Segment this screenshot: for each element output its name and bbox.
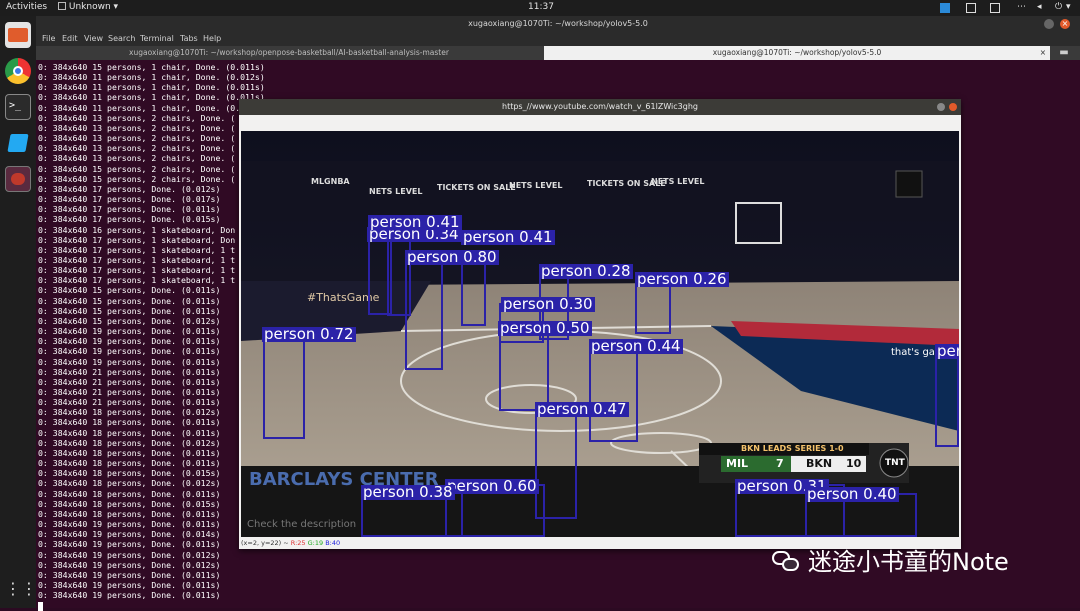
court-text: MLGNBA <box>311 177 350 186</box>
terminal-line: 0: 384x640 19 persons, Done. (0.011s) <box>38 590 221 601</box>
menu-help[interactable]: Help <box>203 34 221 43</box>
terminal-line: 0: 384x640 19 persons, Done. (0.011s) <box>38 569 221 580</box>
terminal-cursor <box>38 602 43 611</box>
volume-icon[interactable]: ◂ <box>1037 2 1042 12</box>
watermark-text: 迷途小书童的Note <box>808 548 1009 576</box>
menu-tabs[interactable]: Tabs <box>180 34 198 43</box>
activities-button[interactable]: Activities <box>6 2 47 12</box>
dock: >_ ⋮⋮ <box>0 16 37 608</box>
power-icon[interactable]: ⏻ <box>1055 2 1062 12</box>
terminal-line: 0: 384x640 11 persons, 1 chair, Done. (0… <box>38 82 265 93</box>
tab-openpose[interactable]: xugaoxiang@1070Ti: ~/workshop/openpose-b… <box>36 46 542 60</box>
top-bar: Activities Unknown ▾ 11:37 ⋯ ◂ ⏻ ▾ <box>0 0 1080 16</box>
team-away: MIL <box>726 457 749 470</box>
media-player-icon[interactable] <box>5 166 31 192</box>
scoreboard-header: BKN LEADS SERIES 1-0 <box>741 444 844 453</box>
detection-box <box>405 258 443 370</box>
terminal-icon[interactable]: >_ <box>5 94 31 120</box>
detection-label: person 0.44 <box>589 337 683 355</box>
detection-label: person 0.38 <box>361 483 455 501</box>
terminal-line: 0: 384x640 15 persons, 1 chair, Done. (0… <box>38 62 265 72</box>
menu-view[interactable]: View <box>84 34 103 43</box>
detection-label: person 0.72 <box>262 325 356 343</box>
minimize-icon[interactable] <box>937 103 945 111</box>
court-text: NETS LEVEL <box>509 181 563 190</box>
terminal-menubar: File Edit View Search Terminal Tabs Help <box>36 32 1080 46</box>
terminal-line: 0: 384x640 19 persons, Done. (0.012s) <box>38 559 221 570</box>
keyboard-icon[interactable] <box>990 3 1000 13</box>
detection-label: person 0.60 <box>445 477 539 495</box>
detection-label: person 0.41 <box>461 228 555 246</box>
detection-box <box>461 259 486 326</box>
detection-label: per <box>935 344 959 359</box>
red-value: R:25 <box>290 539 306 547</box>
network-icon[interactable]: ⋯ <box>1017 2 1026 12</box>
vscode-icon[interactable] <box>5 130 31 156</box>
tab-label: xugaoxiang@1070Ti: ~/workshop/yolov5-5.0 <box>712 48 882 57</box>
wechat-icon <box>772 551 800 573</box>
menu-file[interactable]: File <box>42 34 55 43</box>
close-icon[interactable] <box>949 103 957 111</box>
video-window[interactable]: https_//www.youtube.com/watch_v_61lZWic3… <box>239 99 961 549</box>
detection-label: person 0.40 <box>805 485 899 503</box>
detection-box <box>935 351 959 447</box>
detection-label: person 0.47 <box>535 400 629 418</box>
new-tab-icon[interactable]: ▬ <box>1054 46 1074 60</box>
text-indicator-icon[interactable] <box>966 3 976 13</box>
menu-terminal[interactable]: Terminal <box>140 34 174 43</box>
detection-label: person 0.28 <box>539 262 633 280</box>
window-icon <box>58 2 66 10</box>
watermark: 迷途小书童的Note <box>772 542 1009 577</box>
files-icon[interactable] <box>5 22 31 48</box>
tab-yolov5[interactable]: xugaoxiang@1070Ti: ~/workshop/yolov5-5.0… <box>544 46 1050 60</box>
detection-box <box>263 333 305 439</box>
tab-label: xugaoxiang@1070Ti: ~/workshop/openpose-b… <box>129 48 449 57</box>
terminal-title: xugaoxiang@1070Ti: ~/workshop/yolov5-5.0 <box>36 16 1080 32</box>
terminal-tabs: xugaoxiang@1070Ti: ~/workshop/openpose-b… <box>36 46 1080 60</box>
court-text: TICKETS ON SALE <box>437 183 516 192</box>
chevron-down-icon: ▾ <box>113 2 119 12</box>
faded-caption: Check the description <box>247 519 357 530</box>
app-menu-label: Unknown <box>68 2 111 12</box>
team-home: BKN <box>806 457 833 470</box>
detection-label: person 0.26 <box>635 270 729 288</box>
detection-box <box>589 345 638 442</box>
app-indicator-icon[interactable] <box>940 3 950 13</box>
score-away: 7 <box>776 457 784 470</box>
close-tab-icon[interactable]: × <box>1040 46 1046 60</box>
terminal-line: 0: 384x640 19 persons, Done. (0.012s) <box>38 549 221 560</box>
tnt-logo: TNT <box>885 458 905 468</box>
court-text: NETS LEVEL <box>369 187 423 196</box>
score-home: 10 <box>846 457 862 470</box>
detection-label: person 0.80 <box>405 248 499 266</box>
clock[interactable]: 11:37 <box>528 2 554 12</box>
terminal-line: 0: 384x640 19 persons, Done. (0.011s) <box>38 579 221 590</box>
minimize-icon[interactable] <box>1044 19 1054 29</box>
court-text: NETS LEVEL <box>651 177 705 186</box>
detection-label: person 0.30 <box>501 295 595 313</box>
green-value: G:19 <box>307 539 324 547</box>
chevron-down-icon[interactable]: ▾ <box>1066 2 1071 12</box>
app-menu[interactable]: Unknown ▾ <box>58 2 118 12</box>
show-apps-icon[interactable]: ⋮⋮ <box>5 576 37 602</box>
detection-label: person 0.41 <box>368 213 462 231</box>
menu-edit[interactable]: Edit <box>62 34 78 43</box>
menu-search[interactable]: Search <box>108 34 135 43</box>
chrome-icon[interactable] <box>5 58 31 84</box>
video-frame[interactable]: MLGNBA NETS LEVEL TICKETS ON SALE NETS L… <box>241 131 959 537</box>
close-icon[interactable]: × <box>1060 19 1070 29</box>
blue-value: B:40 <box>325 539 341 547</box>
video-toolbar <box>239 115 961 131</box>
detection-box <box>499 327 549 411</box>
video-window-title: https_//www.youtube.com/watch_v_61lZWic3… <box>239 99 961 115</box>
cursor-readout: (x=2, y=22) ~ <box>241 539 291 547</box>
detection-label: person 0.50 <box>498 319 592 337</box>
terminal-line: 0: 384x640 11 persons, 1 chair, Done. (0… <box>38 72 265 83</box>
